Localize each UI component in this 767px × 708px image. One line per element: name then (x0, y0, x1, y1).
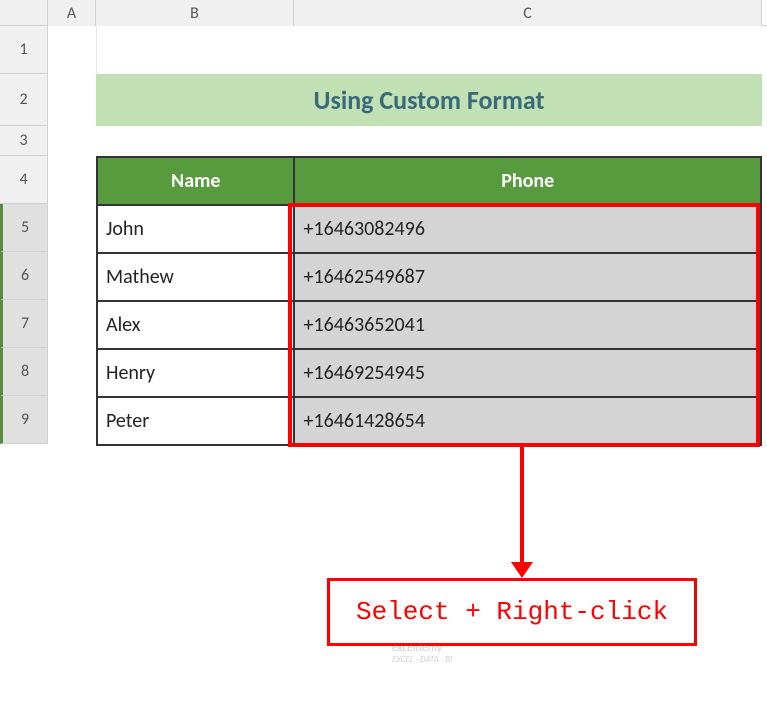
table-row: Mathew +16462549687 (97, 253, 761, 301)
column-header-a[interactable]: A (48, 0, 96, 26)
table-header-row: Name Phone (97, 157, 761, 205)
cell-phone[interactable]: +16463652041 (294, 301, 761, 349)
cell-phone[interactable]: +16462549687 (294, 253, 761, 301)
row-header-4[interactable]: 4 (0, 156, 48, 204)
row-header-6[interactable]: 6 (0, 252, 48, 300)
table-row: Alex +16463652041 (97, 301, 761, 349)
cell-name[interactable]: Alex (97, 301, 294, 349)
cell-phone[interactable]: +16463082496 (294, 205, 761, 253)
data-table: Name Phone John +16463082496 Mathew +164… (96, 156, 762, 446)
row-header-1[interactable]: 1 (0, 26, 48, 74)
column-header-b[interactable]: B (96, 0, 294, 26)
table-row: Henry +16469254945 (97, 349, 761, 397)
row-header-2[interactable]: 2 (0, 74, 48, 126)
cell-phone[interactable]: +16469254945 (294, 349, 761, 397)
row-header-9[interactable]: 9 (0, 396, 48, 444)
arrow-line (520, 447, 524, 567)
row-header-3[interactable]: 3 (0, 126, 48, 156)
row-header-7[interactable]: 7 (0, 300, 48, 348)
row-header-5[interactable]: 5 (0, 204, 48, 252)
cell-name[interactable]: Mathew (97, 253, 294, 301)
gridline (96, 26, 97, 74)
instruction-callout: Select + Right-click (327, 578, 697, 646)
cell-name[interactable]: John (97, 205, 294, 253)
arrow-head-icon (511, 562, 533, 578)
table-row: Peter +16461428654 (97, 397, 761, 445)
title-cell[interactable]: Using Custom Format (96, 74, 762, 126)
header-phone[interactable]: Phone (294, 157, 761, 205)
table-row: John +16463082496 (97, 205, 761, 253)
watermark-brand: exceldemy (392, 641, 442, 655)
cell-phone[interactable]: +16461428654 (294, 397, 761, 445)
watermark-sub: EXCEL · DATA · BI (392, 655, 452, 665)
watermark: exceldemy EXCEL · DATA · BI (392, 642, 452, 665)
cell-name[interactable]: Henry (97, 349, 294, 397)
row-header-8[interactable]: 8 (0, 348, 48, 396)
column-header-c[interactable]: C (294, 0, 762, 26)
header-name[interactable]: Name (97, 157, 294, 205)
cell-name[interactable]: Peter (97, 397, 294, 445)
select-all-corner[interactable] (0, 0, 48, 26)
